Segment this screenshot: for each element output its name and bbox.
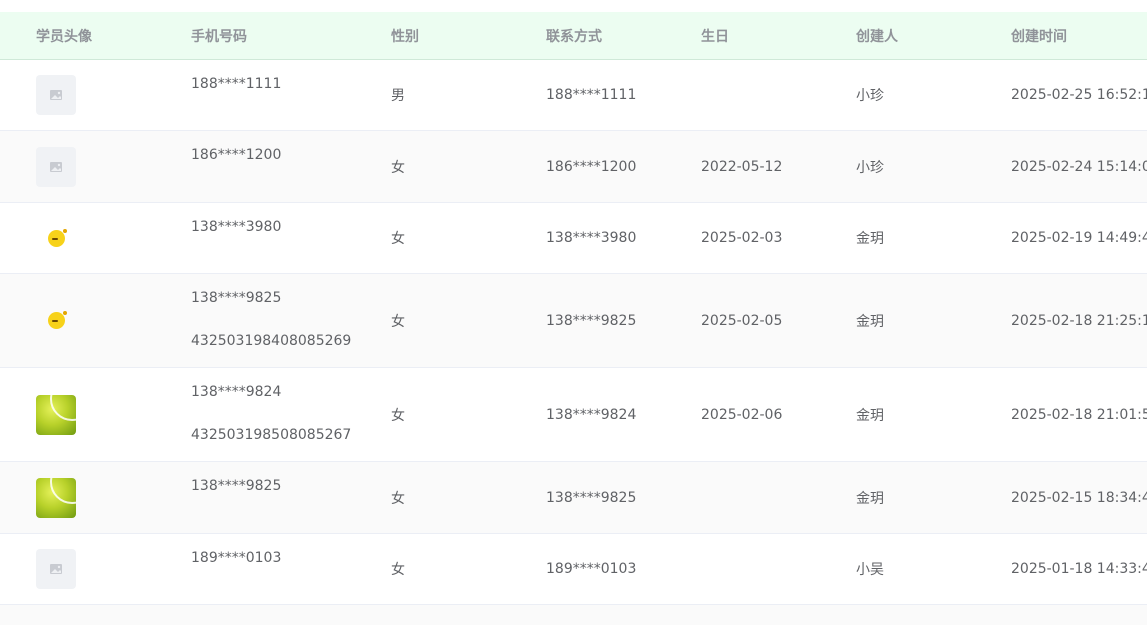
gender-cell: 女 bbox=[391, 490, 405, 507]
phone-cell: 138****9825 432503198408085269 bbox=[191, 274, 391, 349]
gender-cell: 女 bbox=[391, 407, 405, 424]
student-table: 学员头像 手机号码 性别 联系方式 生日 创建人 创建时间 188****111… bbox=[0, 12, 1147, 625]
created-at-cell: 2025-02-18 21:01:59 bbox=[1011, 406, 1147, 423]
phone-number: 138****9825 bbox=[191, 290, 282, 306]
image-placeholder-icon[interactable] bbox=[36, 146, 76, 187]
phone-number: 138****9825 bbox=[191, 478, 282, 494]
gender-cell: 男 bbox=[391, 88, 405, 104]
birthday-cell: 2025-02-06 bbox=[701, 406, 783, 423]
chick-icon bbox=[47, 228, 67, 247]
creator-cell: 小吴 bbox=[856, 562, 884, 578]
table-row[interactable] bbox=[0, 605, 1147, 625]
header-avatar[interactable]: 学员头像 bbox=[0, 26, 191, 46]
created-at-cell: 2025-02-19 14:49:43 bbox=[1011, 230, 1147, 246]
created-at-cell: 2025-02-15 18:34:42 bbox=[1011, 489, 1147, 506]
header-gender[interactable]: 性别 bbox=[391, 26, 546, 46]
id-number: 432503198408085269 bbox=[191, 333, 352, 349]
phone-number: 138****3980 bbox=[191, 219, 282, 235]
contact-cell: 138****9825 bbox=[546, 312, 637, 329]
creator-cell: 金玥 bbox=[856, 490, 884, 507]
table-row[interactable]: 138****3980 女 138****3980 2025-02-03 金玥 … bbox=[0, 203, 1147, 274]
birthday-cell: 2025-02-05 bbox=[701, 312, 783, 329]
avatar-cell bbox=[0, 394, 191, 435]
birthday-cell: 2025-02-03 bbox=[701, 230, 783, 246]
header-created-at[interactable]: 创建时间 bbox=[1011, 26, 1147, 46]
phone-cell: 186****1200 bbox=[191, 131, 391, 163]
avatar-cell bbox=[0, 75, 191, 115]
header-birthday[interactable]: 生日 bbox=[701, 26, 856, 46]
created-at-cell: 2025-02-18 21:25:17 bbox=[1011, 312, 1147, 329]
avatar-cell bbox=[0, 549, 191, 589]
chick-icon bbox=[47, 311, 67, 329]
header-creator[interactable]: 创建人 bbox=[856, 26, 1011, 46]
avatar-cell bbox=[0, 301, 191, 341]
header-phone[interactable]: 手机号码 bbox=[191, 26, 391, 46]
gender-cell: 女 bbox=[391, 231, 405, 247]
creator-cell: 金玥 bbox=[856, 231, 884, 247]
table-row[interactable]: 189****0103 女 189****0103 小吴 2025-01-18 … bbox=[0, 534, 1147, 605]
avatar-cell bbox=[0, 146, 191, 187]
phone-cell: 138****9824 432503198508085267 bbox=[191, 368, 391, 443]
contact-cell: 138****9825 bbox=[546, 489, 637, 506]
gender-cell: 女 bbox=[391, 313, 405, 330]
phone-number: 138****9824 bbox=[191, 384, 282, 400]
birthday-cell: 2022-05-12 bbox=[701, 158, 783, 175]
avatar-cell bbox=[0, 218, 191, 258]
gender-cell: 女 bbox=[391, 562, 405, 578]
table-header: 学员头像 手机号码 性别 联系方式 生日 创建人 创建时间 bbox=[0, 12, 1147, 60]
creator-cell: 小珍 bbox=[856, 159, 884, 176]
table-row[interactable]: 188****1111 男 188****1111 小珍 2025-02-25 … bbox=[0, 60, 1147, 131]
tennis-ball-avatar[interactable] bbox=[36, 394, 76, 435]
tennis-ball-avatar[interactable] bbox=[36, 477, 76, 518]
table-row[interactable]: 138****9825 女 138****9825 金玥 2025-02-15 … bbox=[0, 462, 1147, 534]
creator-cell: 金玥 bbox=[856, 313, 884, 330]
gender-cell: 女 bbox=[391, 159, 405, 176]
contact-cell: 138****9824 bbox=[546, 406, 637, 423]
phone-number: 188****1111 bbox=[191, 76, 282, 92]
image-placeholder-icon[interactable] bbox=[36, 75, 76, 115]
contact-cell: 188****1111 bbox=[546, 87, 637, 103]
table-row[interactable]: 138****9824 432503198508085267 女 138****… bbox=[0, 368, 1147, 462]
contact-cell: 138****3980 bbox=[546, 230, 637, 246]
header-contact[interactable]: 联系方式 bbox=[546, 26, 701, 46]
phone-number: 186****1200 bbox=[191, 147, 282, 163]
id-number: 432503198508085267 bbox=[191, 427, 352, 443]
chick-emoji-avatar[interactable] bbox=[36, 218, 76, 258]
created-at-cell: 2025-01-18 14:33:45 bbox=[1011, 561, 1147, 577]
image-placeholder-icon[interactable] bbox=[36, 549, 76, 589]
table-row[interactable]: 138****9825 432503198408085269 女 138****… bbox=[0, 274, 1147, 368]
phone-cell: 189****0103 bbox=[191, 534, 391, 566]
avatar-cell bbox=[0, 477, 191, 518]
phone-cell: 188****1111 bbox=[191, 60, 391, 92]
table-row[interactable]: 186****1200 女 186****1200 2022-05-12 小珍 … bbox=[0, 131, 1147, 203]
phone-cell: 138****9825 bbox=[191, 462, 391, 494]
contact-cell: 189****0103 bbox=[546, 561, 637, 577]
creator-cell: 小珍 bbox=[856, 88, 884, 104]
phone-number: 189****0103 bbox=[191, 550, 282, 566]
contact-cell: 186****1200 bbox=[546, 158, 637, 175]
phone-cell: 138****3980 bbox=[191, 203, 391, 235]
chick-emoji-avatar[interactable] bbox=[36, 301, 76, 341]
creator-cell: 金玥 bbox=[856, 407, 884, 424]
created-at-cell: 2025-02-24 15:14:05 bbox=[1011, 158, 1147, 175]
created-at-cell: 2025-02-25 16:52:12 bbox=[1011, 87, 1147, 103]
